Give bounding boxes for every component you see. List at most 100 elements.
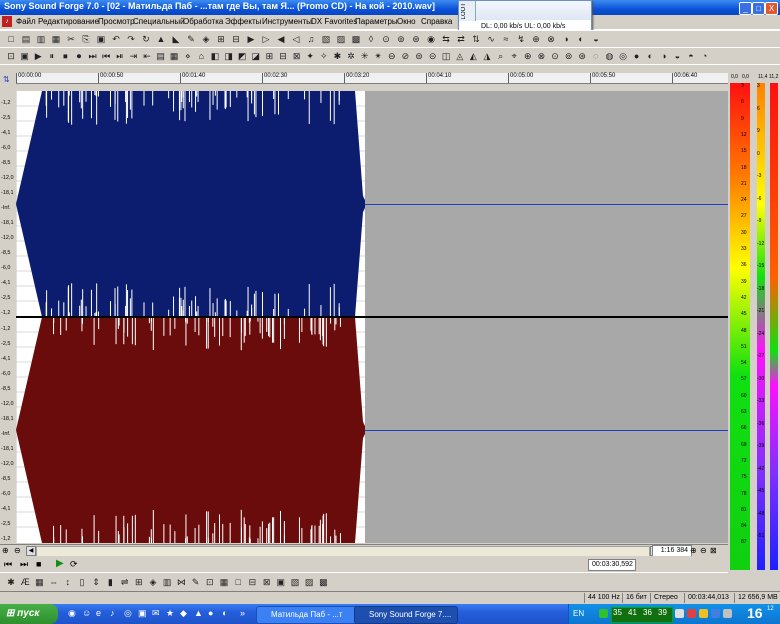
toolbar-tool-icon[interactable]: ▣ xyxy=(96,34,106,44)
toolbar-tool-icon[interactable]: ⊖ xyxy=(387,51,397,61)
toolbar-tool-icon[interactable]: ⊟ xyxy=(231,34,241,44)
toolbar-tool-icon[interactable]: ◔ xyxy=(700,51,710,61)
toolbar-tool-icon[interactable]: ↯ xyxy=(516,34,526,44)
menu-view[interactable]: Просмотр xyxy=(98,17,135,26)
toolbar-tool-icon[interactable]: ⏸ xyxy=(47,51,57,61)
quicklaunch-icon[interactable]: e xyxy=(96,608,101,618)
app-icon[interactable]: ♪ xyxy=(2,16,12,27)
toolbar-tool-icon[interactable]: ◪ xyxy=(251,51,261,61)
task-sound-forge-button[interactable]: Sony Sound Forge 7.... xyxy=(354,606,458,624)
zoom-plus-icon[interactable]: ⊕ xyxy=(690,546,697,555)
toolbar-tool-icon[interactable]: ⏭ xyxy=(88,51,98,61)
toolbar-tool-icon[interactable]: □ xyxy=(6,34,16,44)
toolbar-tool-icon[interactable]: ⊙ xyxy=(550,51,560,61)
edit-tool-icon[interactable]: ⇕ xyxy=(91,577,101,587)
toolbar-tool-icon[interactable]: ⊕ xyxy=(523,51,533,61)
tray-icon[interactable] xyxy=(687,609,696,618)
minimize-button[interactable]: _ xyxy=(739,2,752,15)
menu-effects[interactable]: Эффекты xyxy=(225,17,261,26)
zoom-minus-icon[interactable]: ⊖ xyxy=(700,546,707,555)
toolbar-tool-icon[interactable]: ⊗ xyxy=(546,34,556,44)
toolbar-tool-icon[interactable]: ✴ xyxy=(373,51,383,61)
toolbar-tool-icon[interactable]: ⏺ xyxy=(74,51,84,61)
toolbar-tool-icon[interactable]: ⎘ xyxy=(81,34,91,44)
tray-network-icon[interactable] xyxy=(599,609,608,618)
toolbar-tool-icon[interactable]: ⊞ xyxy=(264,51,274,61)
toolbar-tool-icon[interactable]: ▦ xyxy=(51,34,61,44)
toolbar-tool-icon[interactable]: ⊜ xyxy=(414,51,424,61)
toolbar-tool-icon[interactable]: ▶ xyxy=(246,34,256,44)
toolbar-tool-icon[interactable]: ◮ xyxy=(482,51,492,61)
go-to-start-icon[interactable]: ⏮ xyxy=(4,559,12,570)
toolbar-tool-icon[interactable]: ◒ xyxy=(672,51,682,61)
edit-tool-icon[interactable]: ▧ xyxy=(290,577,300,587)
toolbar-tool-icon[interactable]: ◌ xyxy=(591,51,601,61)
edit-tool-icon[interactable]: Æ xyxy=(20,577,30,587)
edit-tool-icon[interactable]: ▥ xyxy=(162,577,172,587)
toolbar-tool-icon[interactable]: ◒ xyxy=(591,34,601,44)
toolbar-tool-icon[interactable]: ⇄ xyxy=(456,34,466,44)
toolbar-tool-icon[interactable]: ⊕ xyxy=(531,34,541,44)
toolbar-tool-icon[interactable]: ⊟ xyxy=(278,51,288,61)
toolbar-tool-icon[interactable]: ▤ xyxy=(21,34,31,44)
stop-icon[interactable]: ■ xyxy=(36,559,41,569)
edit-tool-icon[interactable]: ⊡ xyxy=(205,577,215,587)
toolbar-tool-icon[interactable]: ∿ xyxy=(486,34,496,44)
toolbar-tool-icon[interactable]: ⇤ xyxy=(142,51,152,61)
toolbar-tool-icon[interactable]: ◫ xyxy=(441,51,451,61)
tray-icon[interactable] xyxy=(711,609,720,618)
edit-tool-icon[interactable]: ▮ xyxy=(105,577,115,587)
toolbar-tool-icon[interactable]: ◑ xyxy=(659,51,669,61)
quicklaunch-icon[interactable]: ▣ xyxy=(138,608,147,619)
toolbar-tool-icon[interactable]: ◉ xyxy=(426,34,436,44)
toolbar-tool-icon[interactable]: ◈ xyxy=(201,34,211,44)
task-folder-button[interactable]: Матильда Паб - ...т xyxy=(256,606,368,624)
toolbar-tool-icon[interactable]: ◓ xyxy=(686,51,696,61)
edit-tool-icon[interactable]: ▯ xyxy=(77,577,87,587)
go-to-end-icon[interactable]: ⏭ xyxy=(20,559,28,570)
tray-volume-icon[interactable] xyxy=(723,609,732,618)
toolbar-tool-icon[interactable]: ◐ xyxy=(645,51,655,61)
tray-icon[interactable] xyxy=(699,609,708,618)
quicklaunch-icon[interactable]: ▲ xyxy=(194,608,203,618)
edit-tool-icon[interactable]: ⊟ xyxy=(247,577,257,587)
network-monitor-tab[interactable]: LOOT xyxy=(459,1,476,21)
toolbar-tool-icon[interactable]: ⇥ xyxy=(128,51,138,61)
close-button[interactable]: X xyxy=(765,2,778,15)
toolbar-tool-icon[interactable]: ⊘ xyxy=(400,51,410,61)
toolbar-tool-icon[interactable]: ◍ xyxy=(604,51,614,61)
scroll-left-icon[interactable]: ◀ xyxy=(26,546,36,556)
toolbar-tool-icon[interactable]: ◎ xyxy=(618,51,628,61)
toolbar-tool-icon[interactable]: ⊚ xyxy=(564,51,574,61)
toolbar-tool-icon[interactable]: ▩ xyxy=(351,34,361,44)
menu-options[interactable]: Параметры xyxy=(355,17,398,26)
toolbar-tool-icon[interactable]: ▥ xyxy=(36,34,46,44)
toolbar-tool-icon[interactable]: ⇅ xyxy=(471,34,481,44)
edit-tool-icon[interactable]: ▦ xyxy=(219,577,229,587)
quicklaunch-icon[interactable]: ● xyxy=(208,608,213,618)
edit-tool-icon[interactable]: ⋈ xyxy=(176,577,186,587)
edit-tool-icon[interactable]: ⊞ xyxy=(134,577,144,587)
cursor-position[interactable]: 00:03:30,592 xyxy=(588,559,636,571)
toolbar-tool-icon[interactable]: ↻ xyxy=(141,34,151,44)
toolbar-tool-icon[interactable]: ✦ xyxy=(305,51,315,61)
toolbar-tool-icon[interactable]: ● xyxy=(632,51,642,61)
toolbar-tool-icon[interactable]: ⊗ xyxy=(536,51,546,61)
toolbar-tool-icon[interactable]: ⊞ xyxy=(216,34,226,44)
toolbar-tool-icon[interactable]: ⏹ xyxy=(60,51,70,61)
toolbar-tool-icon[interactable]: ⊚ xyxy=(396,34,406,44)
toolbar-tool-icon[interactable]: ✧ xyxy=(319,51,329,61)
toolbar-tool-icon[interactable]: ▨ xyxy=(336,34,346,44)
zoom-in-icon[interactable]: ⊕ xyxy=(2,546,9,555)
edit-tool-icon[interactable]: ↕ xyxy=(63,577,73,587)
edit-tool-icon[interactable]: ▦ xyxy=(34,577,44,587)
toolbar-tool-icon[interactable]: ⊛ xyxy=(411,34,421,44)
quicklaunch-icon[interactable]: ◐ xyxy=(222,608,227,618)
menu-process[interactable]: Обработка xyxy=(183,17,223,26)
toolbar-tool-icon[interactable]: ▧ xyxy=(321,34,331,44)
edit-tool-icon[interactable]: □ xyxy=(233,577,243,587)
toolbar-tool-icon[interactable]: ≈ xyxy=(501,34,511,44)
toolbar-tool-icon[interactable]: ◧ xyxy=(210,51,220,61)
toolbar-tool-icon[interactable]: ⌂ xyxy=(196,51,206,61)
toolbar-tool-icon[interactable]: ⊙ xyxy=(381,34,391,44)
